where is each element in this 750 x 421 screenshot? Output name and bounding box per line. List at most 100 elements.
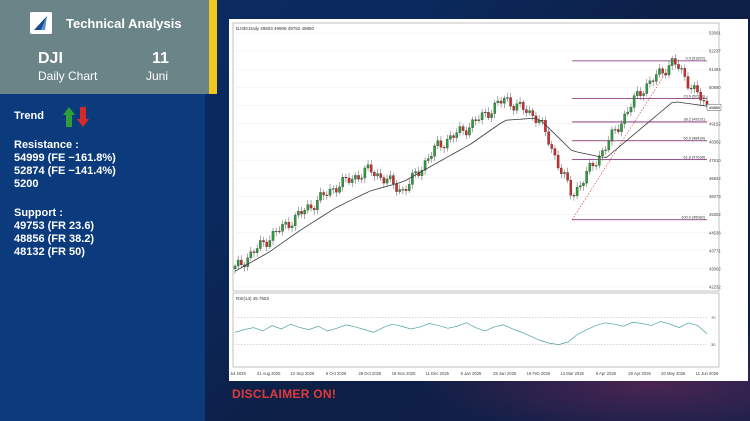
fib-level-label: 50.0 (48434) <box>683 137 705 141</box>
candle-body <box>328 188 332 196</box>
support-item: 49753 (FR 23.6) <box>14 220 95 232</box>
candle-body <box>480 112 484 120</box>
candle-body <box>601 150 604 157</box>
candle-body <box>395 183 398 192</box>
candle-body <box>629 107 633 113</box>
candle-body <box>414 171 417 174</box>
candle-body <box>474 119 478 121</box>
fib-level-label: 100.0 (45082) <box>681 216 705 220</box>
x-tick-label: 6 Jan 2026 <box>461 371 482 376</box>
accent-stripe <box>209 0 217 94</box>
candle-body <box>696 85 699 93</box>
candle-body <box>670 58 674 66</box>
candle-body <box>664 73 668 76</box>
chart-frame: 0.0 (51820) 23.6 (50218) 38.2 (49231) 50.0 … <box>224 19 748 381</box>
trend-arrows-icon <box>63 107 89 127</box>
support-label: Support : <box>14 207 63 219</box>
candle-body <box>582 183 585 186</box>
candle-body <box>556 154 560 169</box>
candle-body <box>449 135 452 140</box>
candle-body <box>490 113 493 118</box>
candle-body <box>458 126 462 133</box>
candle-body <box>360 177 363 180</box>
candle-body <box>468 127 471 136</box>
candle-body <box>233 265 237 270</box>
disclaimer-text: DISCLAIMER ON! <box>232 387 337 401</box>
candle-body <box>426 158 430 161</box>
candle-body <box>518 101 522 105</box>
chart-info-text: DJI30.Daily 49803 49908 49752 49850 <box>236 26 315 31</box>
candle-body <box>683 68 687 77</box>
candle-body <box>506 97 509 99</box>
candle-body <box>290 225 294 228</box>
y-axis-ticks: 5300152237514645069049917491524838247610… <box>706 31 721 290</box>
candle-body <box>613 129 617 131</box>
candle-body <box>658 68 661 75</box>
candle-body <box>496 100 500 104</box>
fib-level-label: 23.6 (50218) <box>683 94 705 98</box>
candle-body <box>312 207 316 211</box>
y-tick-label: 44536 <box>709 230 721 235</box>
candle-body <box>309 204 313 209</box>
candle-body <box>398 189 401 192</box>
candle-body <box>281 224 284 232</box>
x-tick-label: 12 Sep 2025 <box>291 371 315 376</box>
y-tick-label: 43771 <box>709 248 721 253</box>
candle-body <box>284 222 287 225</box>
candle-body <box>246 257 249 267</box>
candle-body <box>392 175 395 185</box>
candle-body <box>262 240 265 243</box>
candle-body <box>585 171 588 184</box>
candle-body <box>604 149 607 151</box>
candle-body <box>534 115 538 123</box>
candle-body <box>341 177 344 188</box>
candle-body <box>598 155 601 166</box>
candle-body <box>655 74 658 82</box>
candle-body <box>522 101 525 110</box>
candle-body <box>300 211 303 215</box>
candle-body <box>382 177 386 184</box>
y-tick-label: 46842 <box>709 176 721 181</box>
candle-body <box>461 126 465 131</box>
candle-body <box>442 147 446 149</box>
candle-body <box>617 129 620 132</box>
candle-body <box>316 200 319 211</box>
candle-body <box>303 209 306 215</box>
y-tick-label: 50690 <box>709 85 721 90</box>
candle-body <box>252 251 256 253</box>
candle-body <box>350 178 354 183</box>
candle-body <box>369 164 373 173</box>
candle-body <box>354 175 357 180</box>
candle-body <box>385 178 389 184</box>
candle-body <box>407 184 411 191</box>
candle-body <box>572 195 576 197</box>
candle-body <box>274 230 278 233</box>
candle-body <box>255 248 259 253</box>
candle-body <box>623 113 626 124</box>
candle-body <box>388 175 392 180</box>
candle-body <box>702 100 706 102</box>
candle-body <box>347 177 351 183</box>
x-tick-label: 30 Jul 2025 <box>229 371 246 376</box>
candle-body <box>591 162 595 167</box>
x-tick-label: 20 May 2026 <box>661 371 686 376</box>
date-day: 11 <box>152 50 169 67</box>
trend-label: Trend <box>14 110 44 122</box>
candle-body <box>547 131 550 145</box>
x-tick-label: 28 Apr 2026 <box>628 371 651 376</box>
candle-body <box>639 91 642 96</box>
candle-body <box>680 68 683 70</box>
candle-body <box>689 88 693 90</box>
header-card: Technical Analysis DJI Daily Chart 11 Ju… <box>0 0 217 94</box>
candle-body <box>626 111 630 115</box>
candle-body <box>642 93 645 96</box>
candle-body <box>693 85 696 89</box>
x-tick-label: 19 Nov 2025 <box>392 371 416 376</box>
candle-body <box>236 259 240 267</box>
price-chart: 0.0 (51820) 23.6 (50218) 38.2 (49231) 50.0 … <box>224 22 721 376</box>
candle-body <box>373 172 376 177</box>
resistance-label: Resistance : <box>14 139 79 151</box>
y-tick-label: 48382 <box>709 140 721 145</box>
candle-body <box>699 91 702 101</box>
fib-level-label: 0.0 (51820) <box>686 57 706 61</box>
